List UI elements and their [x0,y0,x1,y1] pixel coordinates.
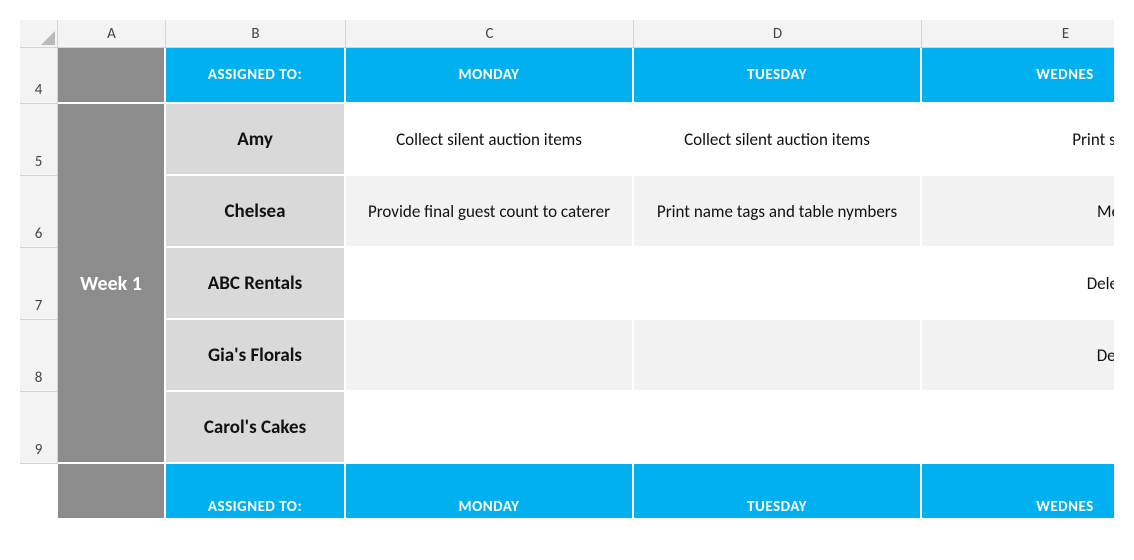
cell-a5[interactable] [58,104,166,176]
cell-a4[interactable] [58,48,166,104]
table-row: Carol's Cakes Deliver cu [58,392,1114,464]
cell-a7-week-label[interactable]: Week 1 [58,248,166,320]
cell-d7[interactable] [634,248,922,320]
spreadsheet-viewport: A B C D E 4 5 6 7 8 9 ASSIGNED TO: MONDA… [20,20,1114,540]
col-header-d[interactable]: D [634,20,922,48]
cell-c7[interactable] [346,248,634,320]
cell-b5[interactable]: Amy [166,104,346,176]
cell-e7[interactable]: Delever chairs ar [922,248,1114,320]
col-header-e[interactable]: E [922,20,1114,48]
cell-b10[interactable]: ASSIGNED TO: [166,464,346,520]
cell-c9[interactable] [346,392,634,464]
cell-a8[interactable] [58,320,166,392]
table-row: Week 1 ABC Rentals Delever chairs ar [58,248,1114,320]
col-header-a[interactable]: A [58,20,166,48]
column-headers: A B C D E [58,20,1114,48]
cell-b8[interactable]: Gia's Florals [166,320,346,392]
cell-a10[interactable] [58,464,166,520]
cell-c8[interactable] [346,320,634,392]
cell-c5[interactable]: Collect silent auction items [346,104,634,176]
cell-grid: ASSIGNED TO: MONDAY TUESDAY WEDNES Amy C… [58,48,1114,520]
select-all-triangle[interactable] [20,20,58,48]
table-row: Chelsea Provide final guest count to cat… [58,176,1114,248]
col-header-b[interactable]: B [166,20,346,48]
cell-d9[interactable] [634,392,922,464]
table-row: Gia's Florals Deliver table ar [58,320,1114,392]
cell-e4[interactable]: WEDNES [922,48,1114,104]
cell-b4[interactable]: ASSIGNED TO: [166,48,346,104]
row-header-9[interactable]: 9 [20,392,58,464]
cell-c6[interactable]: Provide final guest count to caterer [346,176,634,248]
cell-e10[interactable]: WEDNES [922,464,1114,520]
cell-d5[interactable]: Collect silent auction items [634,104,922,176]
cell-d10[interactable]: TUESDAY [634,464,922,520]
row-headers: 4 5 6 7 8 9 [20,48,58,464]
table-row: ASSIGNED TO: MONDAY TUESDAY WEDNES [58,464,1114,520]
col-header-c[interactable]: C [346,20,634,48]
row-header-4[interactable]: 4 [20,48,58,104]
row-header-8[interactable]: 8 [20,320,58,392]
cell-e8[interactable]: Deliver table ar [922,320,1114,392]
cell-e6[interactable]: Meet vendors f [922,176,1114,248]
row-header-5[interactable]: 5 [20,104,58,176]
cell-e5[interactable]: Print silent auction [922,104,1114,176]
table-row: Amy Collect silent auction items Collect… [58,104,1114,176]
row-header-6[interactable]: 6 [20,176,58,248]
cell-c10[interactable]: MONDAY [346,464,634,520]
cell-c4[interactable]: MONDAY [346,48,634,104]
cell-b6[interactable]: Chelsea [166,176,346,248]
cell-d4[interactable]: TUESDAY [634,48,922,104]
cell-d6[interactable]: Print name tags and table nymbers [634,176,922,248]
table-row: ASSIGNED TO: MONDAY TUESDAY WEDNES [58,48,1114,104]
cell-a6[interactable] [58,176,166,248]
cell-b7[interactable]: ABC Rentals [166,248,346,320]
cell-d8[interactable] [634,320,922,392]
cell-b9[interactable]: Carol's Cakes [166,392,346,464]
cell-a9[interactable] [58,392,166,464]
cell-e9[interactable]: Deliver cu [922,392,1114,464]
row-header-7[interactable]: 7 [20,248,58,320]
